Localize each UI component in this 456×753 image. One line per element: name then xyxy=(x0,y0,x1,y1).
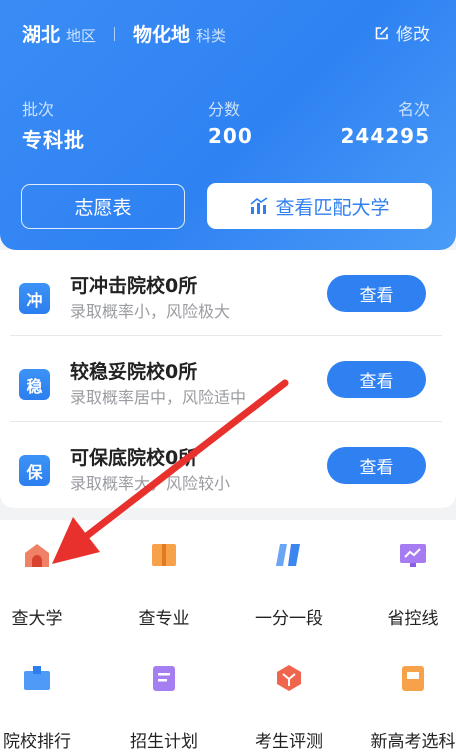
province: 湖北 xyxy=(22,24,61,46)
region-info: 湖北 地区 物化地 科类 xyxy=(22,20,226,47)
tool-label: 考生评测 xyxy=(255,732,323,752)
score-label: 分数 xyxy=(208,100,241,119)
subject-select-icon xyxy=(402,666,424,691)
score-header: 湖北 地区 物化地 科类 修改 批次 分数 名次 专科批 200 244295 … xyxy=(0,0,456,250)
match-university-button[interactable]: 查看匹配大学 xyxy=(207,183,432,229)
subjects: 物化地 xyxy=(133,24,191,46)
risk-desc: 录取概率居中，风险适中 xyxy=(70,388,247,407)
risk-row-safe: 保 可保底院校0所 录取概率大，风险较小 查看 xyxy=(10,422,442,508)
plan-icon xyxy=(153,666,175,691)
tool-assessment[interactable]: 考生评测 xyxy=(232,663,346,753)
chart-icon xyxy=(400,544,426,567)
stable-badge-icon: 稳 xyxy=(19,369,50,400)
province-label: 地区 xyxy=(66,27,97,45)
score-value: 200 xyxy=(208,124,253,148)
risk-row-stable: 稳 较稳妥院校0所 录取概率居中，风险适中 查看 xyxy=(10,336,442,422)
tool-label: 省控线 xyxy=(387,609,439,629)
batch-label: 批次 xyxy=(22,100,55,119)
edit-label: 修改 xyxy=(396,25,430,45)
safe-badge-icon: 保 xyxy=(19,455,50,486)
tool-ranking[interactable]: 院校排行 xyxy=(0,663,94,753)
tool-subject-select[interactable]: 新高考选科 xyxy=(356,663,456,753)
stat-values: 专科批 200 244295 xyxy=(22,124,430,153)
tool-grid: 查大学 查专业 一分一段 省控线 院校排行 招生计划 考生评测 新高考选科 xyxy=(0,520,456,753)
view-safe-button[interactable]: 查看 xyxy=(327,447,426,484)
view-stable-button[interactable]: 查看 xyxy=(327,361,426,398)
match-university-label: 查看匹配大学 xyxy=(275,196,390,219)
reach-badge-icon: 冲 xyxy=(19,283,50,314)
book-icon xyxy=(152,544,176,566)
tool-label: 查大学 xyxy=(11,609,63,629)
university-icon xyxy=(25,544,49,567)
rank-label: 名次 xyxy=(397,100,430,119)
risk-title: 可冲击院校0所 xyxy=(70,275,198,297)
tool-university[interactable]: 查大学 xyxy=(0,540,94,630)
assessment-icon xyxy=(277,665,301,691)
segment-icon xyxy=(276,544,300,566)
tool-label: 招生计划 xyxy=(130,732,198,752)
risk-desc: 录取概率大，风险较小 xyxy=(70,474,231,493)
chart-icon xyxy=(250,197,268,214)
edit-icon xyxy=(375,26,389,39)
tool-control-line[interactable]: 省控线 xyxy=(356,540,456,630)
risk-desc: 录取概率小，风险极大 xyxy=(70,302,231,321)
tool-label: 查专业 xyxy=(138,609,190,629)
stat-labels: 批次 分数 名次 xyxy=(22,96,430,120)
risk-card: 冲 可冲击院校0所 录取概率小，风险极大 查看 稳 较稳妥院校0所 录取概率居中… xyxy=(0,250,456,508)
divider xyxy=(114,27,116,41)
tool-major[interactable]: 查专业 xyxy=(107,540,221,630)
tool-label: 一分一段 xyxy=(255,609,323,629)
batch-value: 专科批 xyxy=(22,128,85,152)
risk-title: 较稳妥院校0所 xyxy=(70,361,198,383)
edit-button[interactable]: 修改 xyxy=(374,20,430,45)
ranking-icon xyxy=(24,666,50,690)
tool-plan[interactable]: 招生计划 xyxy=(107,663,221,753)
tool-label: 新高考选科 xyxy=(370,732,456,752)
risk-row-reach: 冲 可冲击院校0所 录取概率小，风险极大 查看 xyxy=(10,250,442,336)
tool-segment[interactable]: 一分一段 xyxy=(232,540,346,630)
subjects-label: 科类 xyxy=(196,27,227,45)
rank-value: 244295 xyxy=(340,124,430,148)
risk-title: 可保底院校0所 xyxy=(70,447,198,469)
wish-list-button[interactable]: 志愿表 xyxy=(21,184,185,229)
tool-label: 院校排行 xyxy=(3,732,71,752)
view-reach-button[interactable]: 查看 xyxy=(327,275,426,312)
app-page: 湖北 地区 物化地 科类 修改 批次 分数 名次 专科批 200 244295 … xyxy=(0,0,456,753)
